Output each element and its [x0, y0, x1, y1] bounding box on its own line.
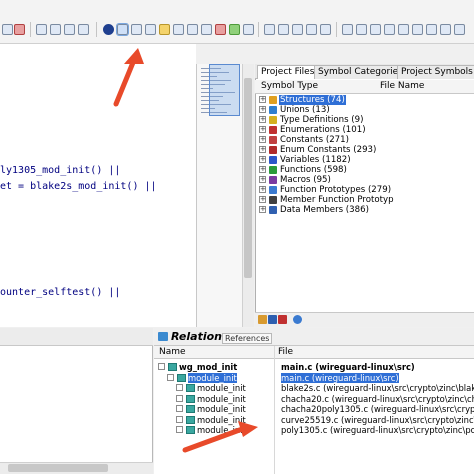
arrow-2-shaft — [182, 425, 248, 453]
arrow-1-shaft — [113, 57, 137, 107]
annotation-arrows — [113, 48, 258, 453]
